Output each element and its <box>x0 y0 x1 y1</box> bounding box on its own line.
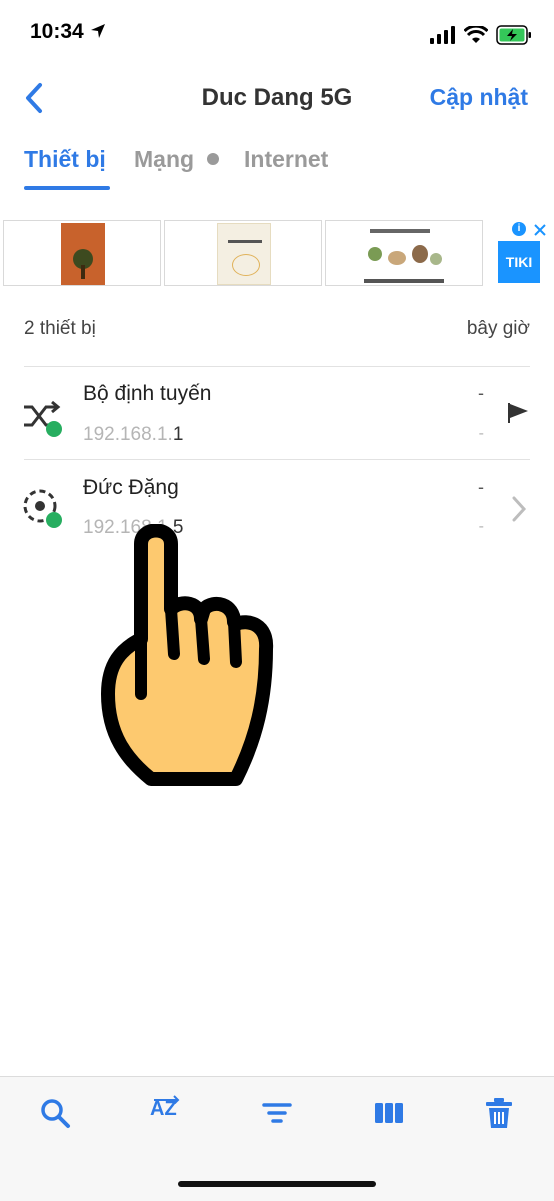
ad-book-title-line <box>228 240 262 243</box>
ad-illus-base <box>364 279 444 283</box>
sort-az-button[interactable]: AZ <box>150 1095 184 1130</box>
update-button[interactable]: Cập nhật <box>430 84 528 111</box>
tab-internet[interactable]: Internet <box>244 146 328 173</box>
ad-close-icon[interactable] <box>532 222 548 238</box>
ad-book-cover <box>61 223 105 285</box>
ad-illus-title <box>370 229 430 233</box>
hand-pointer-icon <box>101 524 274 794</box>
tab-devices[interactable]: Thiết bị <box>24 146 106 173</box>
search-icon[interactable] <box>38 1096 72 1130</box>
ad-info-icon[interactable]: i <box>512 222 526 236</box>
ad-brand-logo[interactable]: TIKI <box>498 241 540 283</box>
device-vendor: - <box>478 477 484 497</box>
flag-icon[interactable] <box>506 401 530 425</box>
signal-icon <box>430 26 455 44</box>
home-indicator <box>178 1181 376 1187</box>
ad-illus-shape <box>412 245 428 263</box>
device-ip-suffix: 1 <box>172 424 184 445</box>
status-indicators <box>430 24 532 46</box>
ad-illus-shape <box>430 253 442 265</box>
ad-illus-shape <box>368 247 382 261</box>
wifi-icon <box>464 26 488 43</box>
ad-illus-shape <box>388 251 406 265</box>
device-mac: - <box>478 425 484 442</box>
ad-product-card[interactable] <box>3 220 161 286</box>
tab-separator-dot <box>207 153 219 165</box>
device-name: Đức Đặng <box>83 476 179 499</box>
device-mac: - <box>478 518 484 535</box>
sort-arrow-icon <box>154 1095 180 1104</box>
shuffle-icon <box>24 400 62 437</box>
ad-book-trunk <box>81 265 85 279</box>
columns-icon[interactable] <box>372 1096 406 1130</box>
this-device-icon <box>23 489 62 528</box>
ad-product-card[interactable] <box>325 220 483 286</box>
ad-book-cover <box>217 223 271 285</box>
ad-book-emblem <box>232 254 260 276</box>
device-name: Bộ định tuyến <box>83 382 212 405</box>
battery-icon <box>496 25 531 45</box>
list-item-router[interactable]: Bộ định tuyến 192.168.1.1 - - <box>0 367 554 459</box>
device-vendor: - <box>478 383 484 403</box>
device-ip: 192.168.1.1 <box>83 424 183 446</box>
device-ip-prefix: 192.168.1. <box>83 424 173 445</box>
status-time: 10:34 <box>30 20 106 44</box>
online-status-icon <box>46 421 62 437</box>
status-time-text: 10:34 <box>30 20 84 43</box>
tab-active-indicator <box>24 186 110 190</box>
online-status-icon <box>46 512 62 528</box>
ad-product-card[interactable] <box>164 220 322 286</box>
location-arrow-icon <box>90 24 105 38</box>
device-count: 2 thiết bị <box>24 318 96 339</box>
ad-book-illustration <box>364 227 446 277</box>
trash-icon[interactable] <box>482 1096 516 1130</box>
last-updated: bây giờ <box>466 318 530 339</box>
tab-network[interactable]: Mạng <box>134 146 194 173</box>
filter-icon[interactable] <box>260 1096 294 1130</box>
chevron-right-icon <box>512 496 527 522</box>
